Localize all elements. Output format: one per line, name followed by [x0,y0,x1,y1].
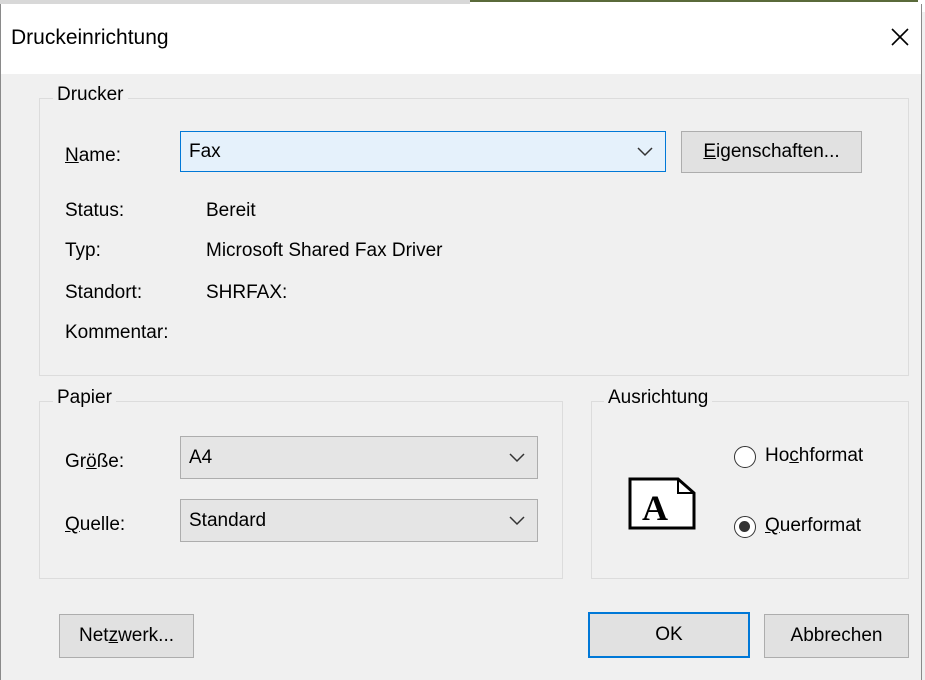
comment-label: Kommentar: [65,322,169,343]
properties-button[interactable]: Eigenschaften... [681,131,862,173]
paper-group-label: Papier [53,387,116,409]
chevron-down-icon [637,146,653,156]
portrait-option[interactable]: Hochformat [734,445,884,473]
source-label: Quelle: [65,514,126,535]
landscape-radio[interactable] [734,516,756,538]
paper-size-select[interactable]: A4 [180,436,538,479]
printer-group-label: Drucker [53,84,128,106]
network-button[interactable]: Netzwerk... [59,614,194,658]
radio-selected-dot [739,521,750,532]
location-label: Standort: [65,282,143,303]
portrait-label: Hochformat [765,445,864,466]
status-value: Bereit [206,200,256,221]
size-label: Größe: [65,451,125,472]
chevron-down-icon [509,515,525,525]
ok-button[interactable]: OK [588,612,750,658]
status-label: Status: [65,200,125,221]
portrait-radio[interactable] [734,446,756,468]
name-label: Name: [65,145,121,166]
background-strip-line [470,0,918,2]
printer-name-value: Fax [189,140,221,162]
location-value: SHRFAX: [206,282,288,303]
type-value: Microsoft Shared Fax Driver [206,240,443,261]
landscape-option[interactable]: Querformat [734,515,884,543]
type-label: Typ: [65,240,101,261]
paper-source-value: Standard [189,509,267,531]
printer-name-select[interactable]: Fax [180,131,666,172]
paper-size-value: A4 [189,446,213,468]
close-icon [891,28,909,46]
dialog-title: Druckeinrichtung [11,26,169,49]
print-setup-dialog: Druckeinrichtung Drucker Name: Fax Eigen… [0,4,922,680]
cancel-button-label: Abbrechen [790,625,883,646]
ok-button-label: OK [655,624,683,645]
paper-source-select[interactable]: Standard [180,499,538,542]
cancel-button[interactable]: Abbrechen [764,614,909,658]
page-icon: A [628,476,698,532]
page-icon-letter: A [642,488,668,528]
network-button-label: Netzwerk... [78,625,175,646]
chevron-down-icon [509,452,525,462]
orientation-group-label: Ausrichtung [604,387,713,409]
close-button[interactable] [885,22,915,52]
landscape-label: Querformat [765,515,862,536]
paper-group [39,401,563,579]
title-bar: Druckeinrichtung [1,4,921,74]
properties-button-label: Eigenschaften... [703,141,840,162]
